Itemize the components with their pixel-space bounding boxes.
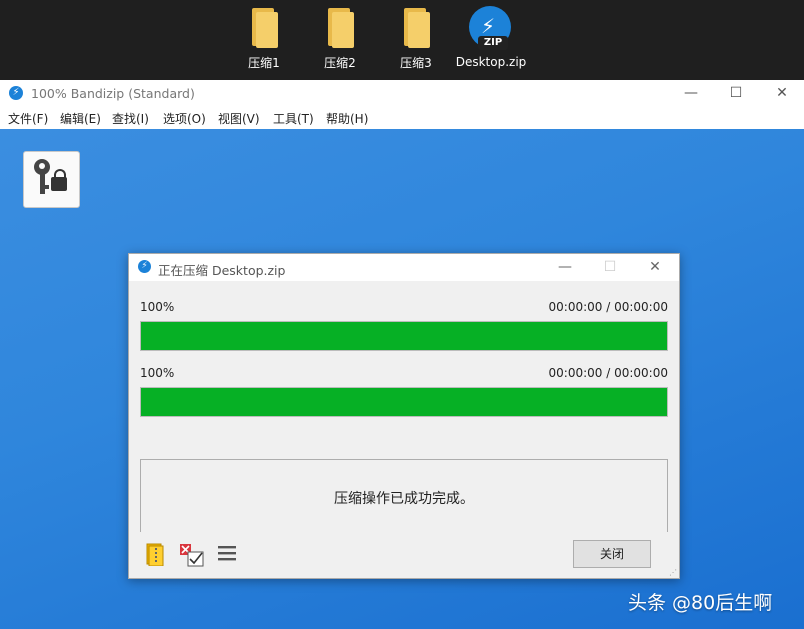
bandizip-logo-icon: ⚡	[138, 260, 151, 273]
desktop-icon-folder-2[interactable]: 压缩2	[304, 8, 376, 71]
dialog-maximize-button: ☐	[603, 259, 617, 275]
minimize-button[interactable]: —	[668, 80, 714, 107]
desktop-icon-zip[interactable]: ⚡ ZIP Desktop.zip	[455, 6, 527, 69]
menu-tools[interactable]: 工具(T)	[273, 110, 314, 127]
menu-file[interactable]: 文件(F)	[8, 110, 48, 127]
total-progress-bar	[140, 387, 668, 417]
desktop-icon-label: 压缩2	[324, 56, 356, 70]
desktop-icons-bar: 压缩1 压缩2 压缩3 ⚡ ZIP Desktop.zip	[0, 0, 804, 80]
close-button[interactable]: 关闭	[573, 540, 651, 568]
menu-help[interactable]: 帮助(H)	[326, 110, 368, 127]
key-icon	[34, 159, 50, 175]
main-window-title: 100% Bandizip (Standard)	[31, 86, 195, 101]
bandizip-logo-icon: ⚡	[9, 86, 23, 100]
desktop-icon-label: 压缩1	[248, 56, 280, 70]
menu-find[interactable]: 查找(I)	[112, 110, 149, 127]
folder-icon	[326, 8, 354, 48]
lock-icon	[51, 177, 67, 191]
desktop-icon-label: Desktop.zip	[455, 55, 527, 69]
file-progress-percent: 100%	[140, 300, 175, 314]
watermark-text: 头条 @80后生啊	[628, 592, 773, 614]
resize-grip-icon[interactable]: ⋰	[669, 568, 677, 577]
compression-progress-dialog: ⚡ 正在压缩 Desktop.zip — ☐ ✕ 100% 00:00:00 /…	[128, 253, 680, 579]
open-folder-icon[interactable]	[143, 542, 167, 569]
desktop-icon-label: 压缩3	[400, 56, 432, 70]
status-message: 压缩操作已成功完成。	[334, 491, 474, 507]
folder-icon	[402, 8, 430, 48]
desktop-icon-folder-3[interactable]: 压缩3	[380, 8, 452, 71]
dialog-close-button[interactable]: ✕	[635, 254, 675, 281]
zip-badge: ZIP	[478, 36, 508, 50]
file-progress-fill	[141, 322, 667, 350]
dialog-title: 正在压缩 Desktop.zip	[158, 263, 286, 278]
dialog-minimize-button[interactable]: —	[545, 254, 585, 281]
menu-view[interactable]: 视图(V)	[218, 110, 260, 127]
close-window-button[interactable]: ✕	[759, 80, 804, 107]
dialog-titlebar[interactable]: ⚡ 正在压缩 Desktop.zip — ☐ ✕	[129, 254, 679, 281]
total-progress-time: 00:00:00 / 00:00:00	[548, 366, 668, 380]
file-progress-bar	[140, 321, 668, 351]
encrypt-toolbar-button[interactable]	[23, 151, 80, 208]
status-message-box: 压缩操作已成功完成。	[140, 459, 668, 532]
desktop-icon-folder-1[interactable]: 压缩1	[228, 8, 300, 71]
bandizip-zip-icon: ⚡ ZIP	[468, 6, 514, 52]
verify-check-icon[interactable]	[179, 542, 205, 571]
file-progress-time: 00:00:00 / 00:00:00	[548, 300, 668, 314]
menu-bar: 文件(F) 编辑(E) 查找(I) 选项(O) 视图(V) 工具(T) 帮助(H…	[0, 107, 804, 129]
menu-options[interactable]: 选项(O)	[163, 110, 206, 127]
menu-edit[interactable]: 编辑(E)	[60, 110, 101, 127]
menu-icon[interactable]	[217, 544, 237, 565]
main-titlebar[interactable]: ⚡ 100% Bandizip (Standard) — ☐ ✕	[0, 80, 804, 107]
maximize-button[interactable]: ☐	[713, 80, 759, 107]
folder-icon	[250, 8, 278, 48]
total-progress-percent: 100%	[140, 366, 175, 380]
total-progress-fill	[141, 388, 667, 416]
